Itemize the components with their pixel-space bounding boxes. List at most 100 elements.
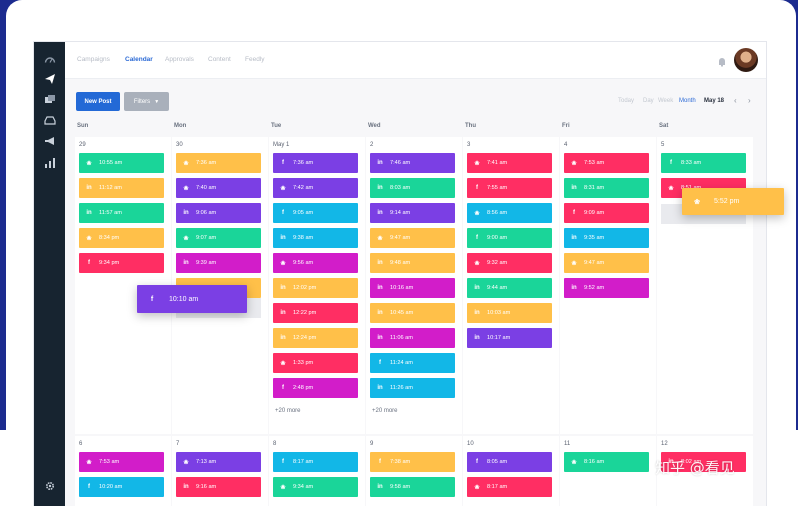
day-cell[interactable]: May 1 f 7:36 am ❀ 7:42 am f 9:05 am in 9:38 am ❀ 9… xyxy=(269,137,365,434)
day-cell[interactable]: 3 ❀ 7:41 am f 7:55 am ❀ 8:56 am f 9:00 am ❀ 9:32 a… xyxy=(463,137,559,434)
post-event[interactable]: in 12:24 pm xyxy=(273,328,358,348)
post-event[interactable]: in 9:38 am xyxy=(273,228,358,248)
day-cell[interactable]: 8 f 8:17 am ❀ 9:34 am xyxy=(269,436,365,506)
post-event[interactable]: f 9:34 pm xyxy=(79,253,164,273)
post-event[interactable]: in 9:16 am xyxy=(176,477,261,497)
more-posts-link[interactable]: +20 more xyxy=(275,408,301,414)
new-post-button[interactable]: New Post xyxy=(76,92,120,111)
post-event[interactable]: in 9:06 am xyxy=(176,203,261,223)
dragged-post[interactable]: f 10:10 am xyxy=(137,285,247,313)
day-cell[interactable]: 2 in 7:46 am in 8:03 am in 9:14 am ❀ 9:47 am in 9:… xyxy=(366,137,462,434)
post-event[interactable]: f 8:17 am xyxy=(273,452,358,472)
post-event[interactable]: f 7:55 am xyxy=(467,178,552,198)
post-event[interactable]: ❀ 1:33 pm xyxy=(273,353,358,373)
post-event[interactable]: f 11:24 am xyxy=(370,353,455,373)
post-event[interactable]: ❀ 8:34 pm xyxy=(79,228,164,248)
post-event[interactable]: ❀ 8:17 am xyxy=(467,477,552,497)
post-event[interactable]: in 11:57 am xyxy=(79,203,164,223)
megaphone-icon[interactable] xyxy=(42,133,57,148)
notification-icon[interactable] xyxy=(717,54,727,67)
post-event[interactable]: in 9:35 am xyxy=(564,228,649,248)
post-event[interactable]: ❀ 8:16 am xyxy=(564,452,649,472)
post-event[interactable]: in 8:31 am xyxy=(564,178,649,198)
post-event[interactable]: f 7:36 am xyxy=(273,153,358,173)
post-event[interactable]: f 2:48 pm xyxy=(273,378,358,398)
month-view-tab[interactable]: Month xyxy=(679,98,696,104)
post-event[interactable]: in 9:52 am xyxy=(564,278,649,298)
facebook-icon: f xyxy=(282,210,284,216)
post-event[interactable]: in 8:03 am xyxy=(370,178,455,198)
post-event[interactable]: in 9:39 am xyxy=(176,253,261,273)
post-event[interactable]: f 8:05 am xyxy=(467,452,552,472)
post-event[interactable]: f 9:05 am xyxy=(273,203,358,223)
post-event[interactable]: in 7:46 am xyxy=(370,153,455,173)
post-event[interactable]: in 10:45 am xyxy=(370,303,455,323)
day-cell[interactable]: 10 f 8:05 am ❀ 8:17 am xyxy=(463,436,559,506)
stack-icon[interactable] xyxy=(42,91,57,106)
day-cell[interactable]: 5f8:33 am❀8:51 am xyxy=(657,137,753,434)
post-event[interactable]: in 9:14 am xyxy=(370,203,455,223)
twitter-icon: ❀ xyxy=(474,160,480,167)
post-event[interactable]: ❀ 7:53 am xyxy=(564,153,649,173)
post-event[interactable]: ❀ 9:47 am xyxy=(370,228,455,248)
post-event[interactable]: ❀ 9:47 am xyxy=(564,253,649,273)
post-event[interactable]: ❀ 10:55 am xyxy=(79,153,164,173)
post-event[interactable]: ❀ 7:36 am xyxy=(176,153,261,173)
week-view-tab[interactable]: Week xyxy=(658,98,673,104)
post-event[interactable]: ❀ 8:56 am xyxy=(467,203,552,223)
post-event[interactable]: in 11:26 am xyxy=(370,378,455,398)
post-event[interactable]: ❀ 7:13 am xyxy=(176,452,261,472)
post-event[interactable]: f 9:09 am xyxy=(564,203,649,223)
post-event[interactable]: in 10:03 am xyxy=(467,303,552,323)
prev-month-button[interactable]: ‹ xyxy=(734,96,737,105)
post-event[interactable]: in 9:44 am xyxy=(467,278,552,298)
more-posts-link[interactable]: +20 more xyxy=(372,408,398,414)
nav-tab-approvals[interactable]: Approvals xyxy=(165,56,194,63)
nav-tab-calendar[interactable]: Calendar xyxy=(125,56,153,63)
inbox-icon[interactable] xyxy=(42,112,57,127)
post-event[interactable]: in 11:12 am xyxy=(79,178,164,198)
post-event[interactable]: f 8:33 am xyxy=(661,153,746,173)
day-number: 2 xyxy=(370,142,374,148)
facebook-icon: f xyxy=(476,185,478,191)
post-event[interactable]: ❀ 7:40 am xyxy=(176,178,261,198)
post-event[interactable]: f 10:20 am xyxy=(79,477,164,497)
post-event[interactable]: ❀ 7:42 am xyxy=(273,178,358,198)
post-event[interactable]: ❀ 7:53 am xyxy=(79,452,164,472)
post-event[interactable]: ❀ 7:41 am xyxy=(467,153,552,173)
nav-tab-campaigns[interactable]: Campaigns xyxy=(77,56,110,63)
nav-tab-content[interactable]: Content xyxy=(208,56,231,63)
nav-tab-feedly[interactable]: Feedly xyxy=(245,56,265,63)
post-event[interactable]: in 10:16 am xyxy=(370,278,455,298)
post-event[interactable]: ❀ 9:07 am xyxy=(176,228,261,248)
day-cell[interactable]: 7 ❀ 7:13 am in 9:16 am xyxy=(172,436,268,506)
send-icon[interactable] xyxy=(42,71,57,86)
post-time: 8:16 am xyxy=(584,459,605,465)
user-avatar[interactable] xyxy=(734,48,758,72)
day-cell[interactable]: 9 f 7:38 am in 9:58 am xyxy=(366,436,462,506)
twitter-icon: ❀ xyxy=(668,185,674,192)
filters-button[interactable]: Filters ▼ xyxy=(124,92,169,111)
today-button[interactable]: Today xyxy=(618,98,634,104)
post-event[interactable]: in 10:17 am xyxy=(467,328,552,348)
post-event[interactable]: in 9:58 am xyxy=(370,477,455,497)
dragged-post[interactable]: ❀ 5:52 pm xyxy=(682,188,784,215)
post-event[interactable]: f 7:38 am xyxy=(370,452,455,472)
dashboard-gauge-icon[interactable] xyxy=(42,52,57,67)
day-cell[interactable]: 6 ❀ 7:53 am f 10:20 am xyxy=(75,436,171,506)
analytics-icon[interactable] xyxy=(42,155,57,170)
post-event[interactable]: in 11:06 am xyxy=(370,328,455,348)
day-cell[interactable]: 11 ❀ 8:16 am xyxy=(560,436,656,506)
post-event[interactable]: in 9:48 am xyxy=(370,253,455,273)
post-event[interactable]: in 12:22 pm xyxy=(273,303,358,323)
post-event[interactable]: ❀ 9:32 am xyxy=(467,253,552,273)
day-cell[interactable]: 4 ❀ 7:53 am in 8:31 am f 9:09 am in 9:35 am ❀ 9:47… xyxy=(560,137,656,434)
post-event[interactable]: in 12:02 pm xyxy=(273,278,358,298)
post-event[interactable]: ❀ 9:56 am xyxy=(273,253,358,273)
next-month-button[interactable]: › xyxy=(748,96,751,105)
post-event[interactable]: f 9:00 am xyxy=(467,228,552,248)
post-event[interactable]: ❀ 9:34 am xyxy=(273,477,358,497)
day-view-tab[interactable]: Day xyxy=(643,98,654,104)
post-time: 8:33 am xyxy=(681,160,702,166)
settings-gear-icon[interactable] xyxy=(42,478,57,493)
